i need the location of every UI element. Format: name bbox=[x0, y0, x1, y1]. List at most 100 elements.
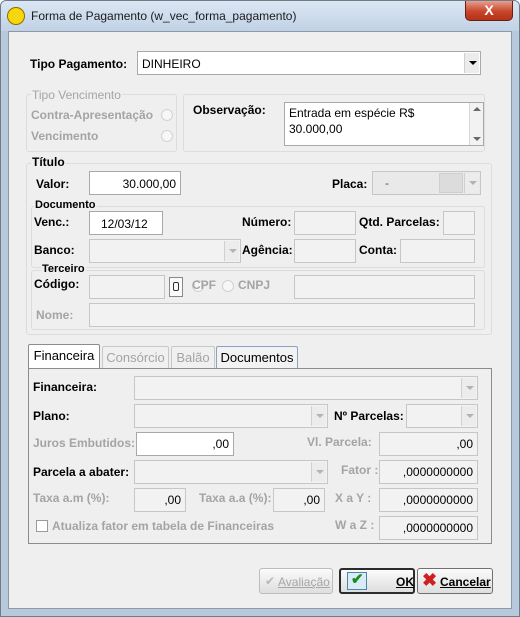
parcela-abater-select[interactable] bbox=[134, 460, 328, 484]
dialog-window: Forma de Pagamento (w_vec_forma_pagament… bbox=[0, 0, 520, 617]
conta-input[interactable] bbox=[400, 239, 475, 263]
xay-value: ,0000000000 bbox=[402, 493, 473, 507]
venc-input[interactable]: 12/03/12 bbox=[89, 211, 163, 235]
chevron-down-icon[interactable] bbox=[224, 241, 239, 261]
taxa-aa-label: Taxa a.a (%): bbox=[199, 491, 272, 505]
juros-input[interactable]: ,00 bbox=[136, 432, 234, 456]
cnpj-label: CNPJ bbox=[238, 278, 271, 292]
smiley-app-icon bbox=[7, 7, 25, 25]
placa-select[interactable]: - bbox=[372, 171, 481, 195]
chevron-down-icon[interactable] bbox=[311, 462, 326, 482]
xay-input[interactable]: ,0000000000 bbox=[379, 488, 478, 512]
fator-label: Fator : bbox=[341, 463, 379, 477]
numero-input[interactable] bbox=[294, 211, 356, 235]
cpf-label: CPF bbox=[192, 278, 216, 292]
chevron-down-icon[interactable] bbox=[464, 53, 479, 73]
cancelar-button[interactable]: ✖ Cancelar bbox=[417, 568, 493, 594]
tipo-vencimento-group bbox=[26, 94, 177, 152]
observacao-line-2: 30.000,00 bbox=[289, 122, 343, 136]
ok-button-label: OK bbox=[396, 575, 414, 589]
avaliacao-button-label: Avaliação bbox=[278, 575, 330, 589]
plano-select[interactable] bbox=[134, 404, 328, 428]
observacao-line-1: Entrada em espécie R$ bbox=[289, 106, 415, 120]
documento-legend: Documento bbox=[34, 199, 97, 211]
nome-input[interactable] bbox=[89, 303, 475, 327]
qtd-parcelas-label: Qtd. Parcelas: bbox=[359, 215, 440, 229]
placa-label: Placa: bbox=[332, 177, 368, 191]
chevron-down-icon[interactable] bbox=[461, 378, 476, 398]
vl-parcela-label: Vl. Parcela: bbox=[307, 435, 372, 449]
financeira-panel: Financeira: Plano: Nº Parcelas: Juros Em… bbox=[28, 368, 492, 544]
titulo-legend: Título bbox=[31, 155, 66, 169]
cancelar-button-label: Cancelar bbox=[440, 575, 491, 589]
window-title: Forma de Pagamento (w_vec_forma_pagament… bbox=[31, 9, 297, 23]
waz-input[interactable]: ,0000000000 bbox=[379, 516, 478, 540]
valor-value: 30.000,00 bbox=[122, 177, 176, 191]
scroll-up-icon[interactable] bbox=[473, 107, 481, 111]
observacao-textarea[interactable]: Entrada em espécie R$ 30.000,00 bbox=[284, 102, 484, 146]
nome-label: Nome: bbox=[36, 308, 74, 322]
n-parcelas-label: Nº Parcelas: bbox=[334, 409, 404, 423]
vencimento-radio[interactable] bbox=[161, 130, 173, 142]
dialog-body: Tipo Pagamento: DINHEIRO Tipo Vencimento… bbox=[8, 31, 512, 609]
placa-lookup-button[interactable] bbox=[439, 173, 463, 193]
observacao-scrollbar[interactable] bbox=[469, 103, 483, 145]
green-check-icon: ✔ bbox=[351, 571, 364, 588]
agencia-label: Agência: bbox=[242, 243, 293, 257]
terceiro-nome-display[interactable] bbox=[294, 275, 475, 299]
tipo-pagamento-select[interactable]: DINHEIRO bbox=[137, 51, 481, 75]
waz-label: W a Z : bbox=[335, 518, 375, 532]
tab-financeira[interactable]: Financeira bbox=[28, 344, 100, 368]
chevron-down-icon[interactable] bbox=[311, 406, 326, 426]
codigo-label: Código: bbox=[34, 277, 80, 291]
ok-icon: ✔ bbox=[347, 571, 367, 590]
conta-label: Conta: bbox=[359, 243, 397, 257]
qtd-parcelas-input[interactable] bbox=[443, 211, 475, 235]
tab-consorcio[interactable]: Consórcio bbox=[102, 346, 169, 368]
banco-select[interactable] bbox=[89, 239, 241, 263]
taxa-am-input[interactable]: ,00 bbox=[134, 488, 186, 512]
tipo-pagamento-label: Tipo Pagamento: bbox=[30, 57, 128, 71]
tipo-vencimento-legend: Tipo Vencimento bbox=[31, 88, 122, 102]
agencia-input[interactable] bbox=[294, 239, 356, 263]
placa-value: - bbox=[385, 176, 389, 190]
tab-balao[interactable]: Balão bbox=[171, 346, 215, 368]
scroll-down-icon[interactable] bbox=[473, 137, 481, 141]
parcela-abater-label: Parcela a abater: bbox=[33, 465, 130, 479]
contra-apresentacao-option[interactable]: Contra-Apresentação bbox=[31, 108, 153, 122]
atualiza-fator-label: Atualiza fator em tabela de Financeiras bbox=[52, 519, 275, 533]
ok-button[interactable]: ✔ OK bbox=[339, 568, 415, 594]
codigo-input[interactable] bbox=[89, 275, 165, 299]
taxa-aa-input[interactable]: ,00 bbox=[273, 488, 325, 512]
taxa-am-value: ,00 bbox=[164, 493, 181, 507]
venc-label: Venc.: bbox=[34, 215, 70, 229]
contra-apresentacao-radio[interactable] bbox=[161, 109, 173, 121]
chevron-down-icon[interactable] bbox=[464, 173, 479, 193]
observacao-label: Observação: bbox=[193, 103, 266, 117]
checkmark-icon: ✔ bbox=[265, 574, 276, 588]
chevron-down-icon[interactable] bbox=[461, 406, 476, 426]
title-bar[interactable]: Forma de Pagamento (w_vec_forma_pagament… bbox=[1, 1, 519, 31]
vencimento-option[interactable]: Vencimento bbox=[31, 129, 98, 143]
banco-label: Banco: bbox=[34, 243, 75, 257]
atualiza-fator-checkbox[interactable] bbox=[36, 520, 48, 532]
financeira-select[interactable] bbox=[134, 376, 478, 400]
numero-label: Número: bbox=[242, 215, 292, 229]
valor-input[interactable]: 30.000,00 bbox=[89, 171, 181, 195]
close-button[interactable]: X bbox=[465, 1, 513, 21]
waz-value: ,0000000000 bbox=[402, 521, 473, 535]
plano-label: Plano: bbox=[33, 409, 70, 423]
vl-parcela-input[interactable]: ,00 bbox=[379, 432, 478, 456]
taxa-am-label: Taxa a.m (%): bbox=[33, 491, 110, 505]
avaliacao-button[interactable]: ✔ Avaliação bbox=[259, 568, 333, 594]
codigo-lookup-icon[interactable] bbox=[169, 277, 183, 297]
taxa-aa-value: ,00 bbox=[303, 493, 320, 507]
tab-documentos[interactable]: Documentos bbox=[216, 346, 298, 368]
juros-label: Juros Embutidos: bbox=[33, 436, 136, 450]
vl-parcela-value: ,00 bbox=[456, 437, 473, 451]
n-parcelas-select[interactable] bbox=[406, 404, 478, 428]
lookup-glyph bbox=[173, 282, 179, 291]
fator-input[interactable]: ,0000000000 bbox=[379, 460, 478, 484]
cnpj-radio[interactable] bbox=[222, 280, 234, 292]
juros-value: ,00 bbox=[212, 437, 229, 451]
